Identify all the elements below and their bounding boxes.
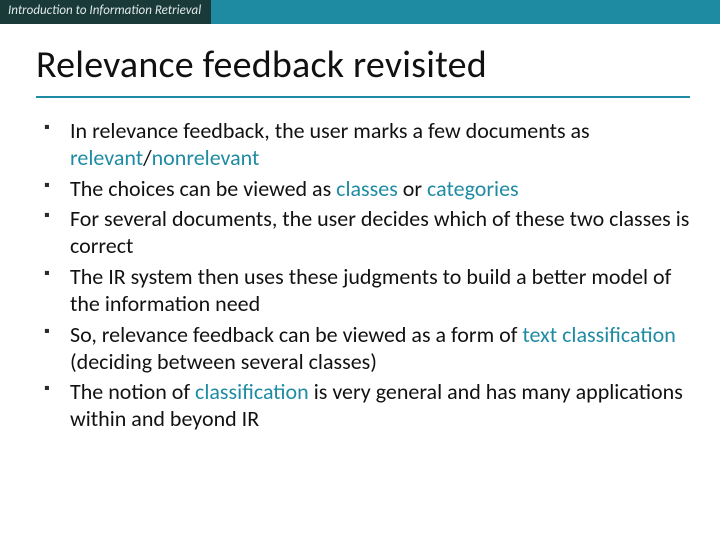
list-item: The notion of classification is very gen… bbox=[44, 379, 690, 433]
list-item: The choices can be viewed as classes or … bbox=[44, 176, 690, 203]
slide: Introduction to Information Retrieval Re… bbox=[0, 0, 720, 540]
keyword: categories bbox=[427, 175, 519, 202]
slide-title: Relevance feedback revisited bbox=[36, 42, 690, 88]
text: / bbox=[143, 144, 152, 171]
keyword: relevant bbox=[70, 144, 143, 171]
list-item: For several documents, the user decides … bbox=[44, 206, 690, 260]
list-item: The IR system then uses these judgments … bbox=[44, 264, 690, 318]
keyword: text classification bbox=[522, 321, 675, 348]
text: So, relevance feedback can be viewed as … bbox=[70, 321, 522, 348]
list-item: So, relevance feedback can be viewed as … bbox=[44, 322, 690, 376]
keyword: classification bbox=[195, 378, 309, 405]
text: In relevance feedback, the user marks a … bbox=[70, 117, 590, 144]
title-block: Relevance feedback revisited bbox=[0, 24, 720, 104]
title-underline bbox=[36, 96, 690, 98]
text: The IR system then uses these judgments … bbox=[70, 263, 671, 317]
text: (deciding between several classes) bbox=[70, 348, 377, 375]
text: The notion of bbox=[70, 378, 195, 405]
keyword: classes bbox=[336, 175, 398, 202]
list-item: In relevance feedback, the user marks a … bbox=[44, 118, 690, 172]
text: or bbox=[398, 175, 427, 202]
course-label: Introduction to Information Retrieval bbox=[0, 0, 211, 24]
bullet-list: In relevance feedback, the user marks a … bbox=[44, 118, 690, 433]
keyword: nonrelevant bbox=[152, 144, 260, 171]
text: The choices can be viewed as bbox=[70, 175, 336, 202]
body: In relevance feedback, the user marks a … bbox=[0, 104, 720, 433]
header-bar: Introduction to Information Retrieval bbox=[0, 0, 720, 24]
text: For several documents, the user decides … bbox=[70, 205, 689, 259]
